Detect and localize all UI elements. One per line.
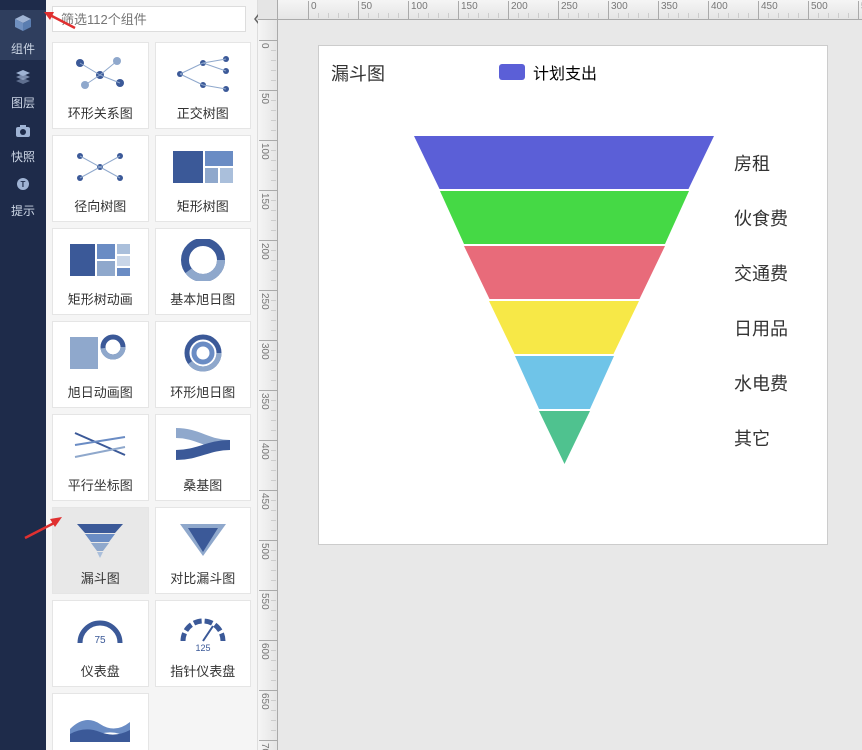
component-tile[interactable]: 桑基图 bbox=[155, 414, 252, 501]
river-preview-icon bbox=[60, 700, 140, 750]
nav-item-layers[interactable]: 图层 bbox=[0, 64, 46, 114]
component-tile[interactable]: 径向树图 bbox=[52, 135, 149, 222]
nav-rail: 组件 图层 快照 T 提示 bbox=[0, 0, 46, 750]
funnel-preview-icon bbox=[60, 514, 140, 564]
component-tile[interactable]: 75 仪表盘 bbox=[52, 600, 149, 687]
component-tile[interactable]: 环形旭日图 bbox=[155, 321, 252, 408]
parallel-preview-icon bbox=[60, 421, 140, 471]
component-tile-label: 基本旭日图 bbox=[170, 289, 235, 308]
component-tile[interactable]: 矩形树动画 bbox=[52, 228, 149, 315]
component-tile[interactable]: 125 指针仪表盘 bbox=[155, 600, 252, 687]
component-tile[interactable]: 对比漏斗图 bbox=[155, 507, 252, 594]
component-tile-label: 正交树图 bbox=[177, 103, 229, 122]
sunburst-anim-preview-icon bbox=[60, 328, 140, 378]
nav-label: 组件 bbox=[11, 40, 35, 57]
funnel-chart: 房租伙食费交通费日用品水电费其它 bbox=[414, 136, 714, 466]
component-tile-label: 桑基图 bbox=[183, 475, 222, 494]
component-tile[interactable]: 平行坐标图 bbox=[52, 414, 149, 501]
ruler-horizontal: 050100150200250300350400450500550600 bbox=[278, 0, 862, 20]
component-tile-label: 漏斗图 bbox=[81, 568, 120, 587]
component-tile[interactable]: 基本旭日图 bbox=[155, 228, 252, 315]
sunburst-preview-icon bbox=[163, 235, 243, 285]
funnel-segment: 伙食费 bbox=[440, 191, 689, 244]
component-tile-label: 对比漏斗图 bbox=[170, 568, 235, 587]
component-tile[interactable]: 旭日动画图 bbox=[52, 321, 149, 408]
component-tile-label: 环形关系图 bbox=[68, 103, 133, 122]
funnel-label: 水电费 bbox=[734, 370, 788, 396]
funnel-compare-preview-icon bbox=[163, 514, 243, 564]
component-tile-label: 矩形树图 bbox=[177, 196, 229, 215]
funnel-segment: 水电费 bbox=[515, 356, 614, 409]
component-grid: 环形关系图 正交树图径向树图 矩形树图矩形树动画 基本旭日图旭日动画图 环形旭日图平行坐… bbox=[46, 38, 257, 750]
bulb-icon: T bbox=[13, 175, 33, 198]
funnel-label: 日用品 bbox=[734, 315, 788, 341]
ruler-corner bbox=[258, 0, 278, 20]
funnel-segment: 交通费 bbox=[464, 246, 665, 299]
cube-icon bbox=[13, 13, 33, 36]
nav-label: 快照 bbox=[11, 148, 35, 165]
funnel-label: 交通费 bbox=[734, 260, 788, 286]
nav-item-snapshot[interactable]: 快照 bbox=[0, 118, 46, 168]
search-input[interactable] bbox=[52, 6, 246, 32]
ruler-vertical: 0501001502002503003504004505005506006507… bbox=[258, 20, 278, 750]
component-tile-label: 指针仪表盘 bbox=[170, 661, 235, 680]
legend-swatch bbox=[499, 64, 525, 80]
chart-legend: 计划支出 bbox=[499, 60, 597, 84]
component-tile[interactable]: 主题河流图 bbox=[52, 693, 149, 750]
funnel-label: 伙食费 bbox=[734, 205, 788, 231]
component-tile[interactable]: 正交树图 bbox=[155, 42, 252, 129]
component-tile-label: 平行坐标图 bbox=[68, 475, 133, 494]
component-tile-label: 旭日动画图 bbox=[68, 382, 133, 401]
sankey-preview-icon bbox=[163, 421, 243, 471]
component-tile-label: 仪表盘 bbox=[81, 661, 120, 680]
radial-tree-preview-icon bbox=[60, 142, 140, 192]
tree-preview-icon bbox=[163, 49, 243, 99]
nav-item-components[interactable]: 组件 bbox=[0, 10, 46, 60]
treemap-preview-icon bbox=[163, 142, 243, 192]
svg-text:T: T bbox=[21, 180, 26, 189]
chart-title: 漏斗图 bbox=[331, 60, 385, 86]
component-tile-label: 环形旭日图 bbox=[170, 382, 235, 401]
nav-label: 图层 bbox=[11, 94, 35, 111]
gauge-pointer-preview-icon: 125 bbox=[163, 607, 243, 657]
nav-label: 提示 bbox=[11, 202, 35, 219]
camera-icon bbox=[13, 121, 33, 144]
funnel-segment: 日用品 bbox=[489, 301, 639, 354]
canvas-area: 050100150200250300350400450500550600 050… bbox=[258, 0, 862, 750]
scatter-ring-preview-icon bbox=[60, 49, 140, 99]
component-tile[interactable]: 环形关系图 bbox=[52, 42, 149, 129]
canvas[interactable]: 漏斗图 计划支出 房租伙食费交通费日用品水电费其它 bbox=[318, 45, 828, 545]
treemap-anim-preview-icon bbox=[60, 235, 140, 285]
funnel-segment: 房租 bbox=[414, 136, 714, 189]
component-panel: 环形关系图 正交树图径向树图 矩形树图矩形树动画 基本旭日图旭日动画图 环形旭日图平行坐… bbox=[46, 0, 258, 750]
component-tile[interactable]: 漏斗图 bbox=[52, 507, 149, 594]
funnel-label: 房租 bbox=[734, 150, 770, 176]
layers-icon bbox=[13, 67, 33, 90]
svg-text:75: 75 bbox=[95, 635, 107, 646]
funnel-segment: 其它 bbox=[539, 411, 590, 464]
nav-item-tips[interactable]: T 提示 bbox=[0, 172, 46, 222]
component-tile[interactable]: 矩形树图 bbox=[155, 135, 252, 222]
search-row bbox=[46, 0, 257, 38]
component-tile-label: 矩形树动画 bbox=[68, 289, 133, 308]
funnel-label: 其它 bbox=[734, 425, 770, 451]
gauge-preview-icon: 75 bbox=[60, 607, 140, 657]
legend-label: 计划支出 bbox=[533, 60, 597, 84]
sunburst-ring-preview-icon bbox=[163, 328, 243, 378]
component-tile-label: 径向树图 bbox=[74, 196, 126, 215]
svg-text:125: 125 bbox=[195, 643, 210, 653]
